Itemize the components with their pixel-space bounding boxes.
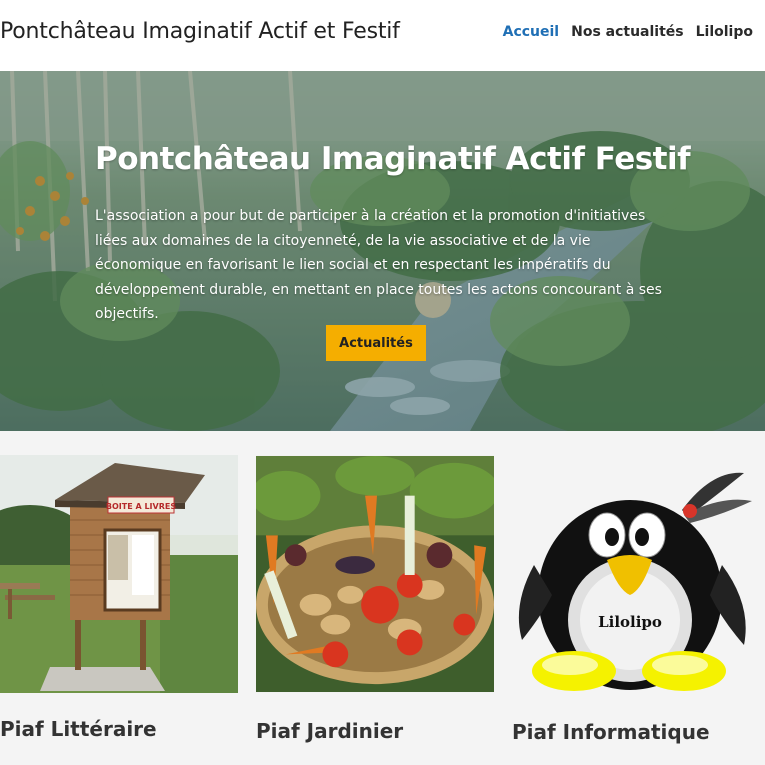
- nav-item-accueil[interactable]: Accueil: [503, 24, 560, 40]
- card-title-litteraire[interactable]: Piaf Littéraire: [0, 717, 157, 741]
- hero-title: Pontchâteau Imaginatif Actif Festif: [95, 141, 691, 177]
- card-title-informatique[interactable]: Piaf Informatique: [512, 720, 710, 744]
- nav-item-lilolipo[interactable]: Lilolipo: [696, 24, 753, 40]
- main-nav: Accueil Nos actualités Lilolipo: [503, 24, 753, 40]
- book-box-sign: BOITE A LIVRES: [106, 502, 176, 511]
- card-title-jardinier[interactable]: Piaf Jardinier: [256, 719, 403, 743]
- actualites-button[interactable]: Actualités: [326, 325, 426, 361]
- vegetable-basket-image[interactable]: [256, 455, 494, 693]
- penguin-logo-image[interactable]: Lilolipo: [512, 455, 752, 695]
- card-piaf-informatique[interactable]: Lilolipo Piaf Informatique: [512, 455, 752, 744]
- site-header: Pontchâteau Imaginatif Actif et Festif A…: [0, 0, 765, 71]
- activities-section: BOITE A LIVRES Piaf Littéraire Piaf Jard…: [0, 431, 765, 765]
- hero-description: L'association a pour but de participer à…: [95, 208, 662, 322]
- card-piaf-jardinier[interactable]: Piaf Jardinier: [256, 455, 494, 743]
- lilolipo-logo-text: Lilolipo: [598, 613, 662, 631]
- site-title[interactable]: Pontchâteau Imaginatif Actif et Festif: [0, 19, 400, 44]
- nav-item-actualites[interactable]: Nos actualités: [571, 24, 684, 40]
- hero-banner: Pontchâteau Imaginatif Actif Festif L'as…: [0, 71, 765, 431]
- book-box-image[interactable]: BOITE A LIVRES: [0, 455, 238, 693]
- card-piaf-litteraire[interactable]: BOITE A LIVRES Piaf Littéraire: [0, 455, 238, 741]
